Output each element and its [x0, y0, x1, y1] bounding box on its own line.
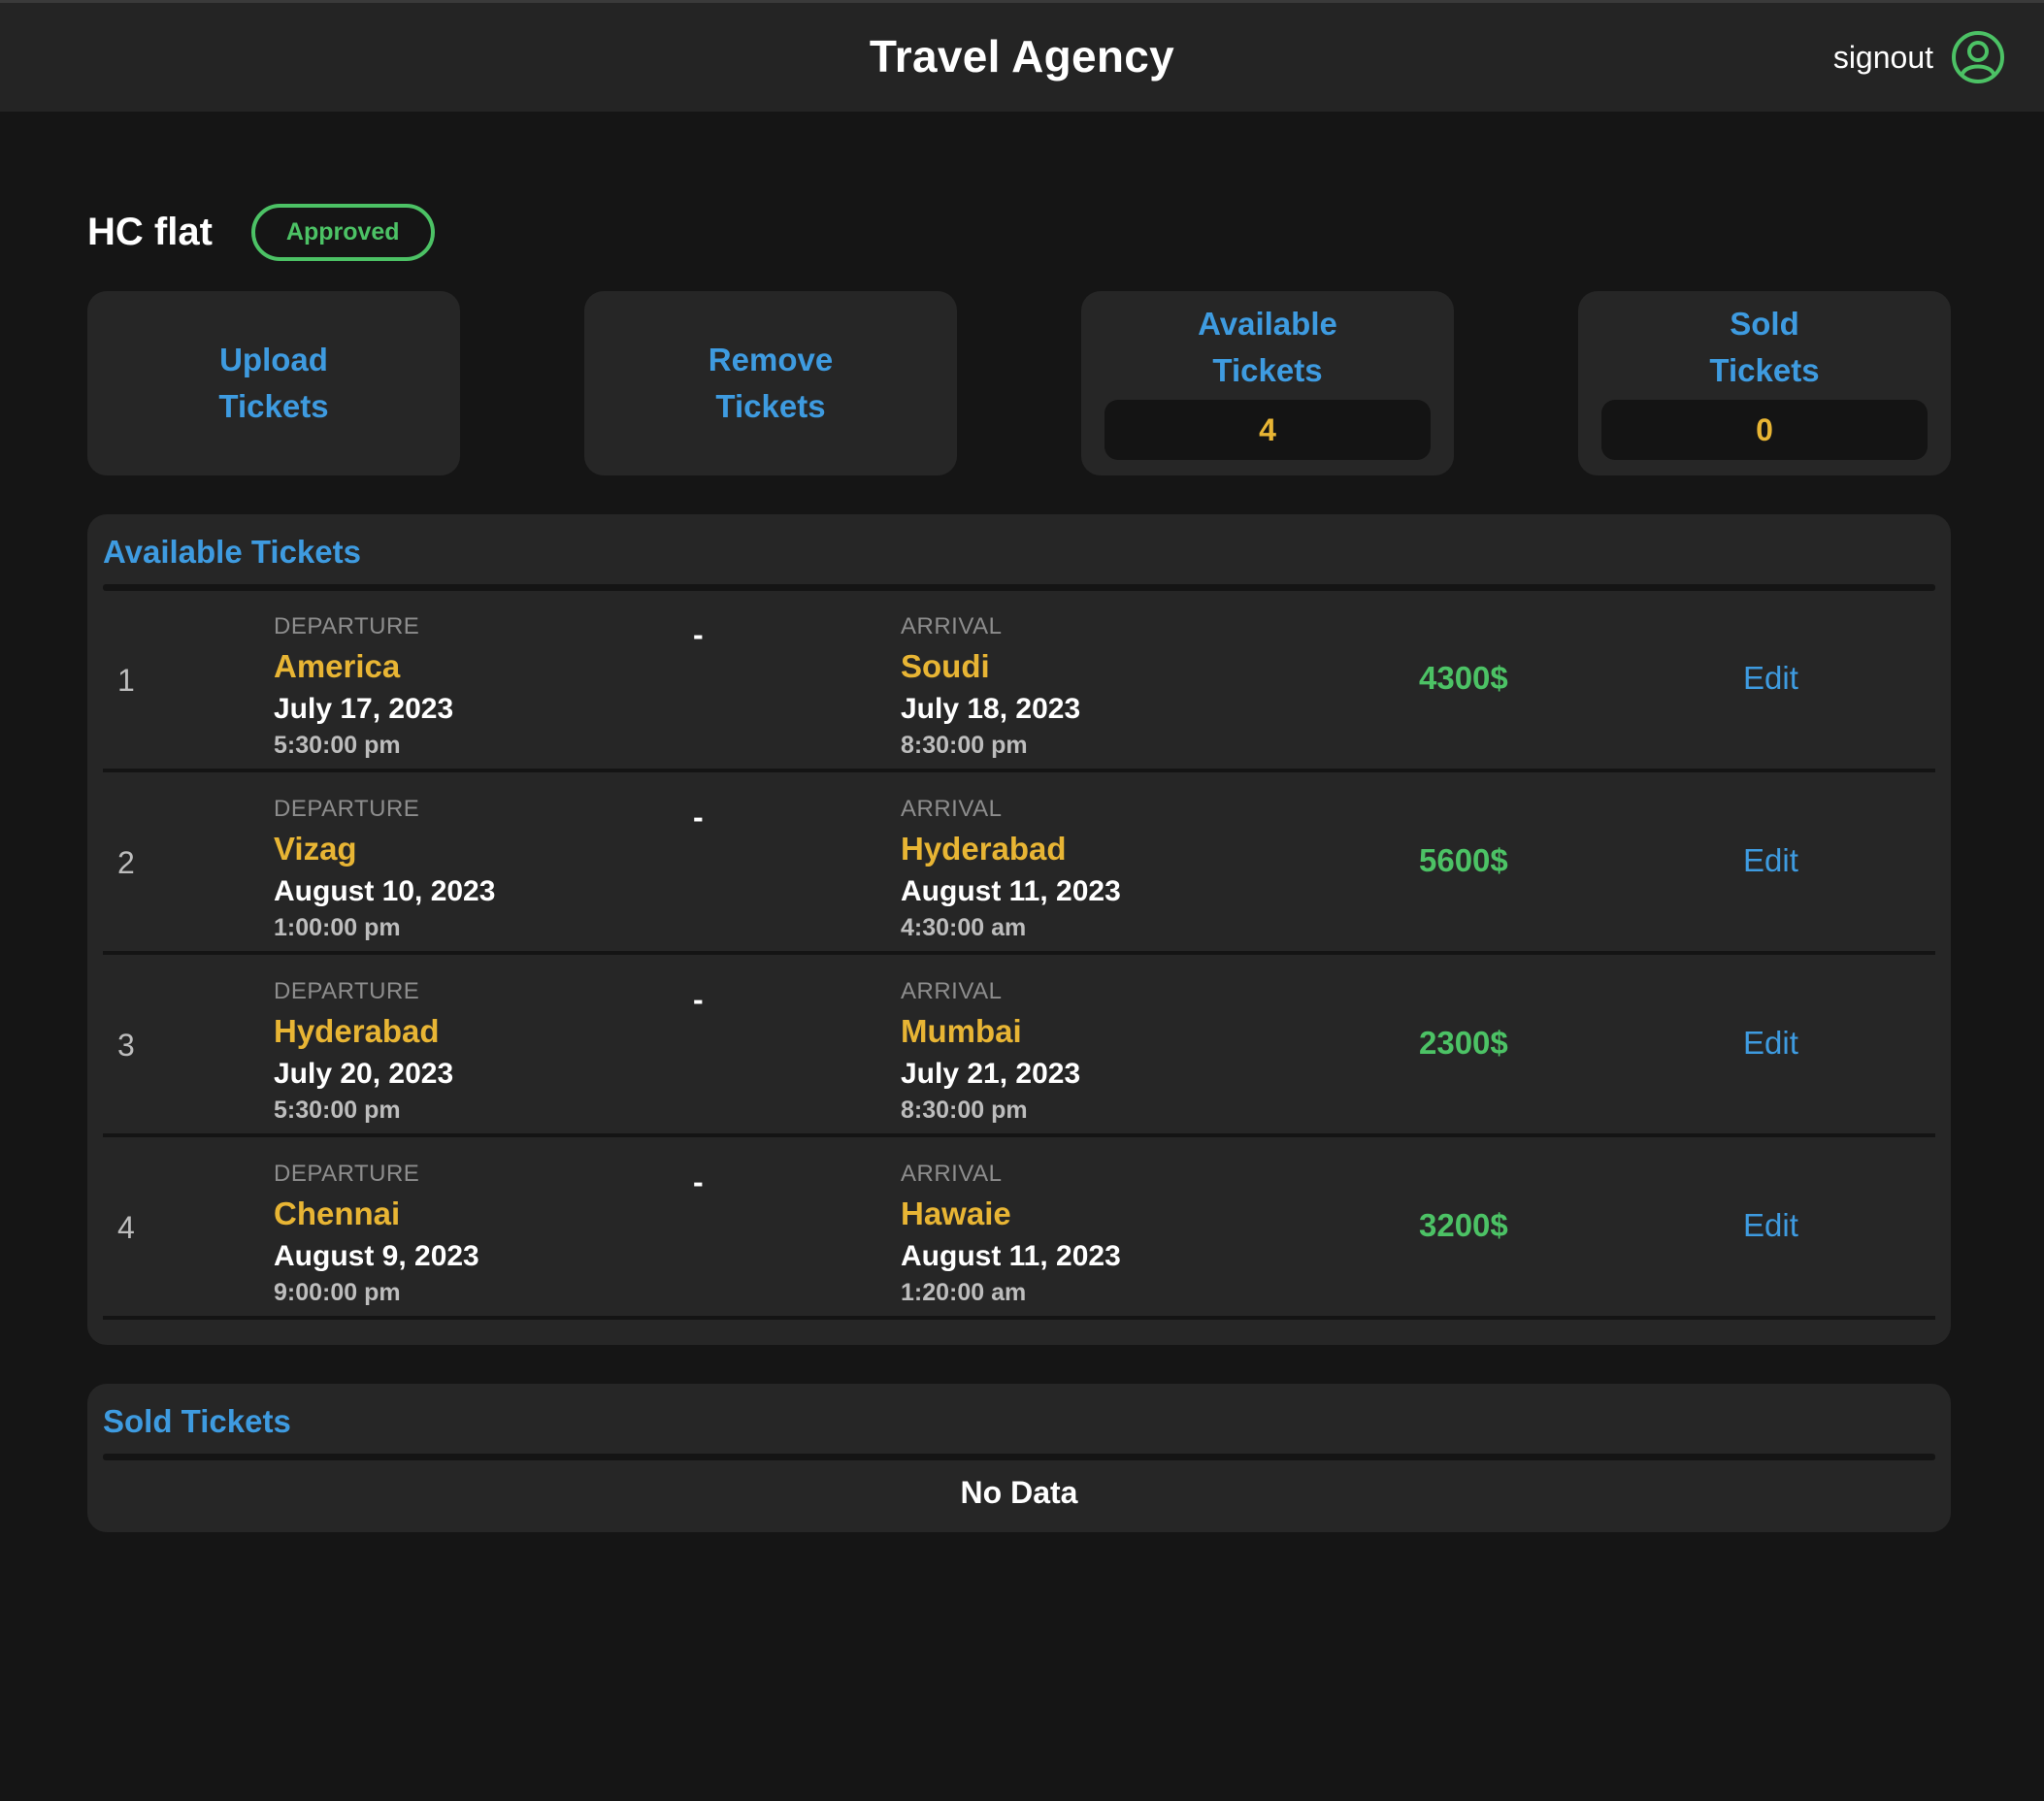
remove-tickets-button[interactable]: Remove Tickets — [584, 291, 957, 475]
departure-time: 1:00:00 pm — [274, 914, 401, 941]
edit-ticket-link[interactable]: Edit — [1743, 1207, 1798, 1244]
empty-state-text: No Data — [960, 1475, 1078, 1510]
arrival-info: ARRIVAL Hyderabad August 11, 2023 4:30:0… — [901, 796, 1121, 942]
arrival-time: 8:30:00 pm — [901, 1097, 1028, 1124]
edit-ticket-link[interactable]: Edit — [1743, 1025, 1798, 1062]
route-separator: - — [693, 800, 704, 835]
arrival-time: 1:20:00 am — [901, 1279, 1027, 1306]
ticket-row: 1 DEPARTURE America July 17, 2023 5:30:0… — [103, 590, 1935, 772]
ticket-index: 3 — [117, 1028, 135, 1063]
departure-city: Hyderabad — [274, 1013, 440, 1049]
remove-tickets-label: Remove Tickets — [708, 342, 834, 424]
top-bar: Travel Agency signout — [0, 0, 2044, 112]
arrival-caption: ARRIVAL — [901, 978, 1003, 1004]
arrival-date: August 11, 2023 — [901, 875, 1121, 907]
arrival-date: July 18, 2023 — [901, 693, 1081, 725]
departure-date: July 20, 2023 — [274, 1058, 454, 1090]
available-tickets-title: Available Tickets — [103, 534, 361, 570]
user-circle-icon[interactable] — [1951, 30, 2005, 84]
divider — [103, 1454, 1935, 1460]
ticket-row: 2 DEPARTURE Vizag August 10, 2023 1:00:0… — [103, 772, 1935, 955]
arrival-time: 8:30:00 pm — [901, 732, 1028, 759]
departure-info: DEPARTURE America July 17, 2023 5:30:00 … — [274, 613, 453, 760]
available-tickets-card[interactable]: Available Tickets 4 — [1081, 291, 1454, 475]
arrival-info: ARRIVAL Hawaie August 11, 2023 1:20:00 a… — [901, 1161, 1121, 1307]
ticket-index: 2 — [117, 845, 135, 880]
edit-ticket-link[interactable]: Edit — [1743, 842, 1798, 879]
sold-tickets-card[interactable]: Sold Tickets 0 — [1578, 291, 1951, 475]
ticket-index: 1 — [117, 663, 135, 698]
upload-tickets-label: Upload Tickets — [218, 342, 329, 424]
arrival-date: July 21, 2023 — [901, 1058, 1081, 1090]
departure-info: DEPARTURE Vizag August 10, 2023 1:00:00 … — [274, 796, 495, 942]
available-tickets-panel: Available Tickets 1 DEPARTURE America Ju… — [87, 514, 1951, 1345]
arrival-date: August 11, 2023 — [901, 1240, 1121, 1272]
ticket-price: 2300$ — [1419, 1025, 1508, 1061]
departure-caption: DEPARTURE — [274, 796, 420, 822]
arrival-info: ARRIVAL Mumbai July 21, 2023 8:30:00 pm — [901, 978, 1080, 1125]
upload-tickets-button[interactable]: Upload Tickets — [87, 291, 460, 475]
sold-tickets-title: Sold Tickets — [103, 1403, 291, 1439]
departure-caption: DEPARTURE — [274, 1161, 420, 1187]
available-tickets-count: 4 — [1104, 400, 1431, 460]
signout-button[interactable]: signout — [1833, 30, 2005, 84]
departure-city: Vizag — [274, 831, 357, 867]
arrival-caption: ARRIVAL — [901, 1161, 1003, 1187]
departure-caption: DEPARTURE — [274, 978, 420, 1004]
signout-label: signout — [1832, 39, 1933, 75]
departure-city: Chennai — [274, 1195, 401, 1231]
arrival-caption: ARRIVAL — [901, 796, 1003, 822]
departure-time: 9:00:00 pm — [274, 1279, 401, 1306]
arrival-city: Hyderabad — [901, 831, 1067, 867]
summary-cards: Upload Tickets Remove Tickets Available … — [87, 291, 1951, 475]
departure-date: July 17, 2023 — [274, 693, 454, 725]
departure-info: DEPARTURE Hyderabad July 20, 2023 5:30:0… — [274, 978, 453, 1125]
arrival-time: 4:30:00 am — [901, 914, 1027, 941]
departure-time: 5:30:00 pm — [274, 732, 401, 759]
departure-caption: DEPARTURE — [274, 613, 420, 639]
app-title: Travel Agency — [869, 31, 1175, 82]
ticket-row: 3 DEPARTURE Hyderabad July 20, 2023 5:30… — [103, 955, 1935, 1137]
ticket-price: 3200$ — [1419, 1207, 1508, 1243]
route-separator: - — [693, 982, 704, 1017]
sold-tickets-count: 0 — [1601, 400, 1928, 460]
ticket-row: 4 DEPARTURE Chennai August 9, 2023 9:00:… — [103, 1137, 1935, 1320]
departure-info: DEPARTURE Chennai August 9, 2023 9:00:00… — [274, 1161, 479, 1307]
arrival-city: Soudi — [901, 648, 990, 684]
departure-date: August 10, 2023 — [274, 875, 496, 907]
edit-ticket-link[interactable]: Edit — [1743, 660, 1798, 697]
agency-name: HC flat — [87, 211, 213, 253]
route-separator: - — [693, 617, 704, 652]
available-tickets-card-label: Available Tickets — [1198, 306, 1337, 388]
status-badge: Approved — [250, 204, 435, 261]
arrival-city: Mumbai — [901, 1013, 1022, 1049]
departure-city: America — [274, 648, 401, 684]
sold-tickets-panel: Sold Tickets No Data — [87, 1384, 1951, 1532]
agency-header: HC flat Approved — [87, 204, 435, 261]
arrival-caption: ARRIVAL — [901, 613, 1003, 639]
ticket-index: 4 — [117, 1210, 135, 1245]
ticket-price: 5600$ — [1419, 842, 1508, 878]
departure-time: 5:30:00 pm — [274, 1097, 401, 1124]
arrival-info: ARRIVAL Soudi July 18, 2023 8:30:00 pm — [901, 613, 1080, 760]
sold-tickets-card-label: Sold Tickets — [1709, 306, 1820, 388]
route-separator: - — [693, 1164, 704, 1199]
arrival-city: Hawaie — [901, 1195, 1011, 1231]
departure-date: August 9, 2023 — [274, 1240, 479, 1272]
ticket-price: 4300$ — [1419, 660, 1508, 696]
